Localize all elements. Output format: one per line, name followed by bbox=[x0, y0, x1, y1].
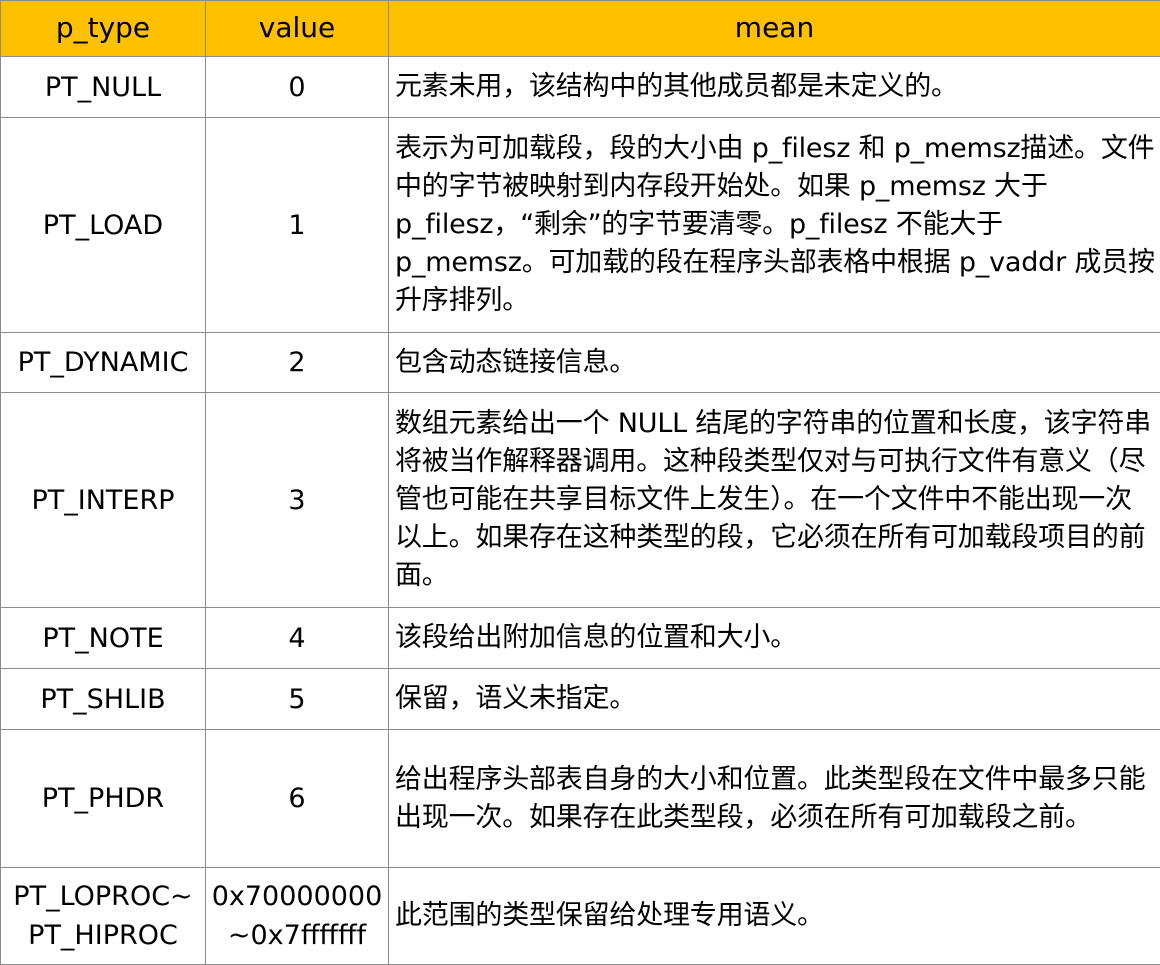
value-range-end: ~0x7fffffff bbox=[206, 916, 388, 955]
value-cell: 1 bbox=[206, 118, 389, 333]
type-cell: PT_LOAD bbox=[1, 118, 206, 333]
program-header-type-table: p_type value mean PT_NULL 0 元素未用，该结构中的其他… bbox=[0, 0, 1160, 965]
value-cell: 5 bbox=[206, 669, 389, 730]
mean-cell: 此范围的类型保留给处理专用语义。 bbox=[389, 868, 1160, 965]
table-row: PT_PHDR 6 给出程序头部表自身的大小和位置。此类型段在文件中最多只能出现… bbox=[1, 730, 1160, 868]
table-row: PT_INTERP 3 数组元素给出一个 NULL 结尾的字符串的位置和长度，该… bbox=[1, 393, 1160, 608]
table-row: PT_LOAD 1 表示为可加载段，段的大小由 p_filesz 和 p_mem… bbox=[1, 118, 1160, 333]
mean-cell: 元素未用，该结构中的其他成员都是未定义的。 bbox=[389, 57, 1160, 118]
type-cell: PT_NOTE bbox=[1, 608, 206, 669]
table-row: PT_NOTE 4 该段给出附加信息的位置和大小。 bbox=[1, 608, 1160, 669]
mean-cell: 数组元素给出一个 NULL 结尾的字符串的位置和长度，该字符串将被当作解释器调用… bbox=[389, 393, 1160, 608]
type-cell: PT_LOPROC~ PT_HIPROC bbox=[1, 868, 206, 965]
value-cell: 4 bbox=[206, 608, 389, 669]
table-row: PT_DYNAMIC 2 包含动态链接信息。 bbox=[1, 333, 1160, 393]
type-cell: PT_DYNAMIC bbox=[1, 333, 206, 393]
type-cell: PT_INTERP bbox=[1, 393, 206, 608]
column-header-p-type: p_type bbox=[1, 1, 206, 57]
table-row: PT_LOPROC~ PT_HIPROC 0x70000000 ~0x7ffff… bbox=[1, 868, 1160, 965]
value-range-start: 0x70000000 bbox=[206, 877, 388, 916]
value-cell: 0x70000000 ~0x7fffffff bbox=[206, 868, 389, 965]
table-row: PT_SHLIB 5 保留，语义未指定。 bbox=[1, 669, 1160, 730]
value-cell: 3 bbox=[206, 393, 389, 608]
value-cell: 2 bbox=[206, 333, 389, 393]
type-cell: PT_SHLIB bbox=[1, 669, 206, 730]
mean-cell: 包含动态链接信息。 bbox=[389, 333, 1160, 393]
column-header-value: value bbox=[206, 1, 389, 57]
value-cell: 0 bbox=[206, 57, 389, 118]
type-range-start: PT_LOPROC~ bbox=[1, 877, 205, 916]
mean-cell: 保留，语义未指定。 bbox=[389, 669, 1160, 730]
table-header-row: p_type value mean bbox=[1, 1, 1160, 57]
type-cell: PT_NULL bbox=[1, 57, 206, 118]
type-range-end: PT_HIPROC bbox=[1, 916, 205, 955]
mean-cell: 表示为可加载段，段的大小由 p_filesz 和 p_memsz描述。文件中的字… bbox=[389, 118, 1160, 333]
mean-cell: 该段给出附加信息的位置和大小。 bbox=[389, 608, 1160, 669]
column-header-mean: mean bbox=[389, 1, 1160, 57]
value-cell: 6 bbox=[206, 730, 389, 868]
type-cell: PT_PHDR bbox=[1, 730, 206, 868]
table-row: PT_NULL 0 元素未用，该结构中的其他成员都是未定义的。 bbox=[1, 57, 1160, 118]
mean-cell: 给出程序头部表自身的大小和位置。此类型段在文件中最多只能出现一次。如果存在此类型… bbox=[389, 730, 1160, 868]
